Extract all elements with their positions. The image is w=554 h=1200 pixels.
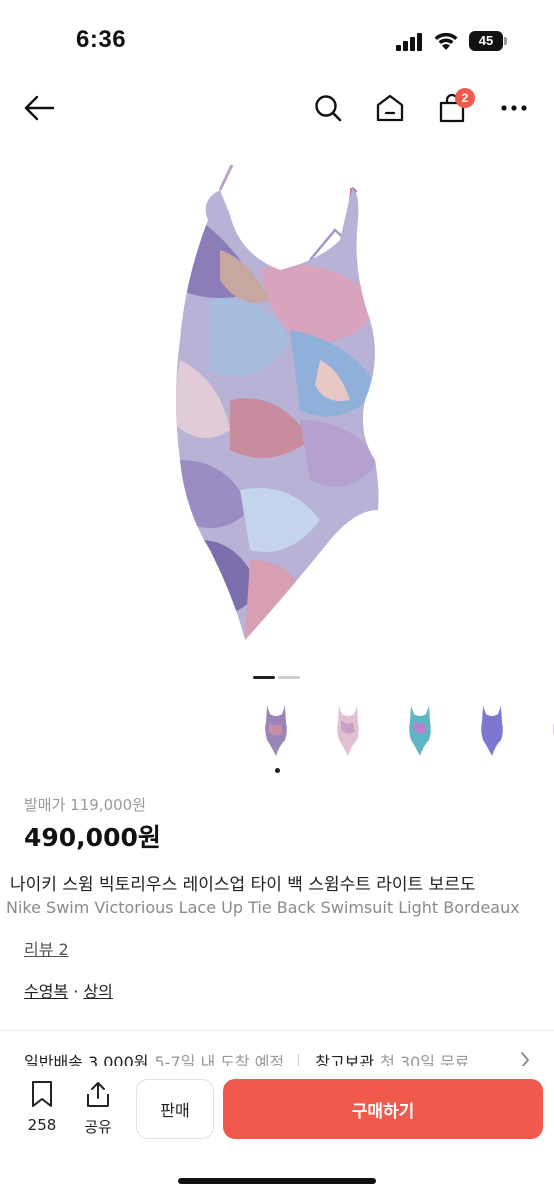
release-price: 발매가 119,000원 bbox=[24, 796, 146, 814]
carousel-dot-active bbox=[253, 676, 275, 679]
status-time: 6:36 bbox=[76, 26, 127, 53]
top-nav: 2 bbox=[0, 78, 554, 138]
reviews-link[interactable]: 리뷰 2 bbox=[24, 936, 69, 960]
product-title-english: Nike Swim Victorious Lace Up Tie Back Sw… bbox=[6, 898, 520, 917]
share-label: 공유 bbox=[84, 1118, 112, 1136]
category-breadcrumb: 수영복 · 상의 bbox=[24, 978, 113, 1002]
bookmark-button[interactable]: 258 bbox=[22, 1080, 62, 1134]
cellular-signal-icon bbox=[396, 33, 422, 51]
carousel-dot bbox=[278, 676, 300, 679]
thumbnail-1[interactable] bbox=[240, 695, 312, 773]
battery-icon: 45 bbox=[469, 31, 507, 51]
swimsuit-thumbnail-icon bbox=[337, 706, 359, 756]
swimsuit-thumbnail-icon bbox=[481, 706, 503, 756]
thumbnail-4[interactable] bbox=[456, 695, 528, 765]
thumbnail-strip bbox=[240, 695, 554, 775]
selected-thumbnail-dot bbox=[275, 768, 280, 773]
home-indicator bbox=[178, 1178, 376, 1184]
battery-level: 45 bbox=[469, 31, 503, 51]
thumbnail-5[interactable] bbox=[528, 695, 554, 765]
product-title-korean: 나이키 스윔 빅토리우스 레이스업 타이 백 스윔수트 라이트 보르도 bbox=[10, 875, 476, 895]
thumbnail-3[interactable] bbox=[384, 695, 456, 765]
home-icon bbox=[376, 94, 404, 122]
category-sub-link[interactable]: 상의 bbox=[83, 982, 112, 1001]
swimsuit-thumbnail-icon bbox=[265, 706, 287, 756]
more-icon bbox=[501, 105, 527, 111]
bookmark-icon bbox=[32, 1081, 52, 1107]
category-main-link[interactable]: 수영복 bbox=[24, 982, 68, 1001]
more-options-button[interactable] bbox=[492, 78, 536, 138]
search-button[interactable] bbox=[306, 78, 350, 138]
bookmark-count: 258 bbox=[27, 1116, 57, 1134]
product-price: 490,000원 bbox=[24, 823, 161, 852]
swimsuit-thumbnail-icon bbox=[409, 706, 431, 756]
back-arrow-icon bbox=[24, 95, 55, 121]
back-button[interactable] bbox=[17, 78, 61, 138]
wifi-icon bbox=[434, 32, 458, 50]
buy-button[interactable]: 구매하기 bbox=[223, 1079, 543, 1139]
cart-button[interactable]: 2 bbox=[430, 78, 475, 138]
sell-button[interactable]: 판매 bbox=[136, 1079, 214, 1139]
swimsuit-thumbnail-icon bbox=[553, 722, 554, 736]
thumbnail-2[interactable] bbox=[312, 695, 384, 765]
home-button[interactable] bbox=[368, 78, 412, 138]
share-icon bbox=[87, 1082, 109, 1107]
status-bar: 6:36 45 bbox=[0, 0, 554, 70]
search-icon bbox=[315, 95, 342, 122]
section-divider bbox=[0, 1030, 554, 1031]
share-button[interactable]: 공유 bbox=[78, 1080, 118, 1137]
cart-count-badge: 2 bbox=[455, 88, 475, 108]
category-separator: · bbox=[68, 982, 84, 1001]
product-image[interactable] bbox=[120, 160, 434, 660]
